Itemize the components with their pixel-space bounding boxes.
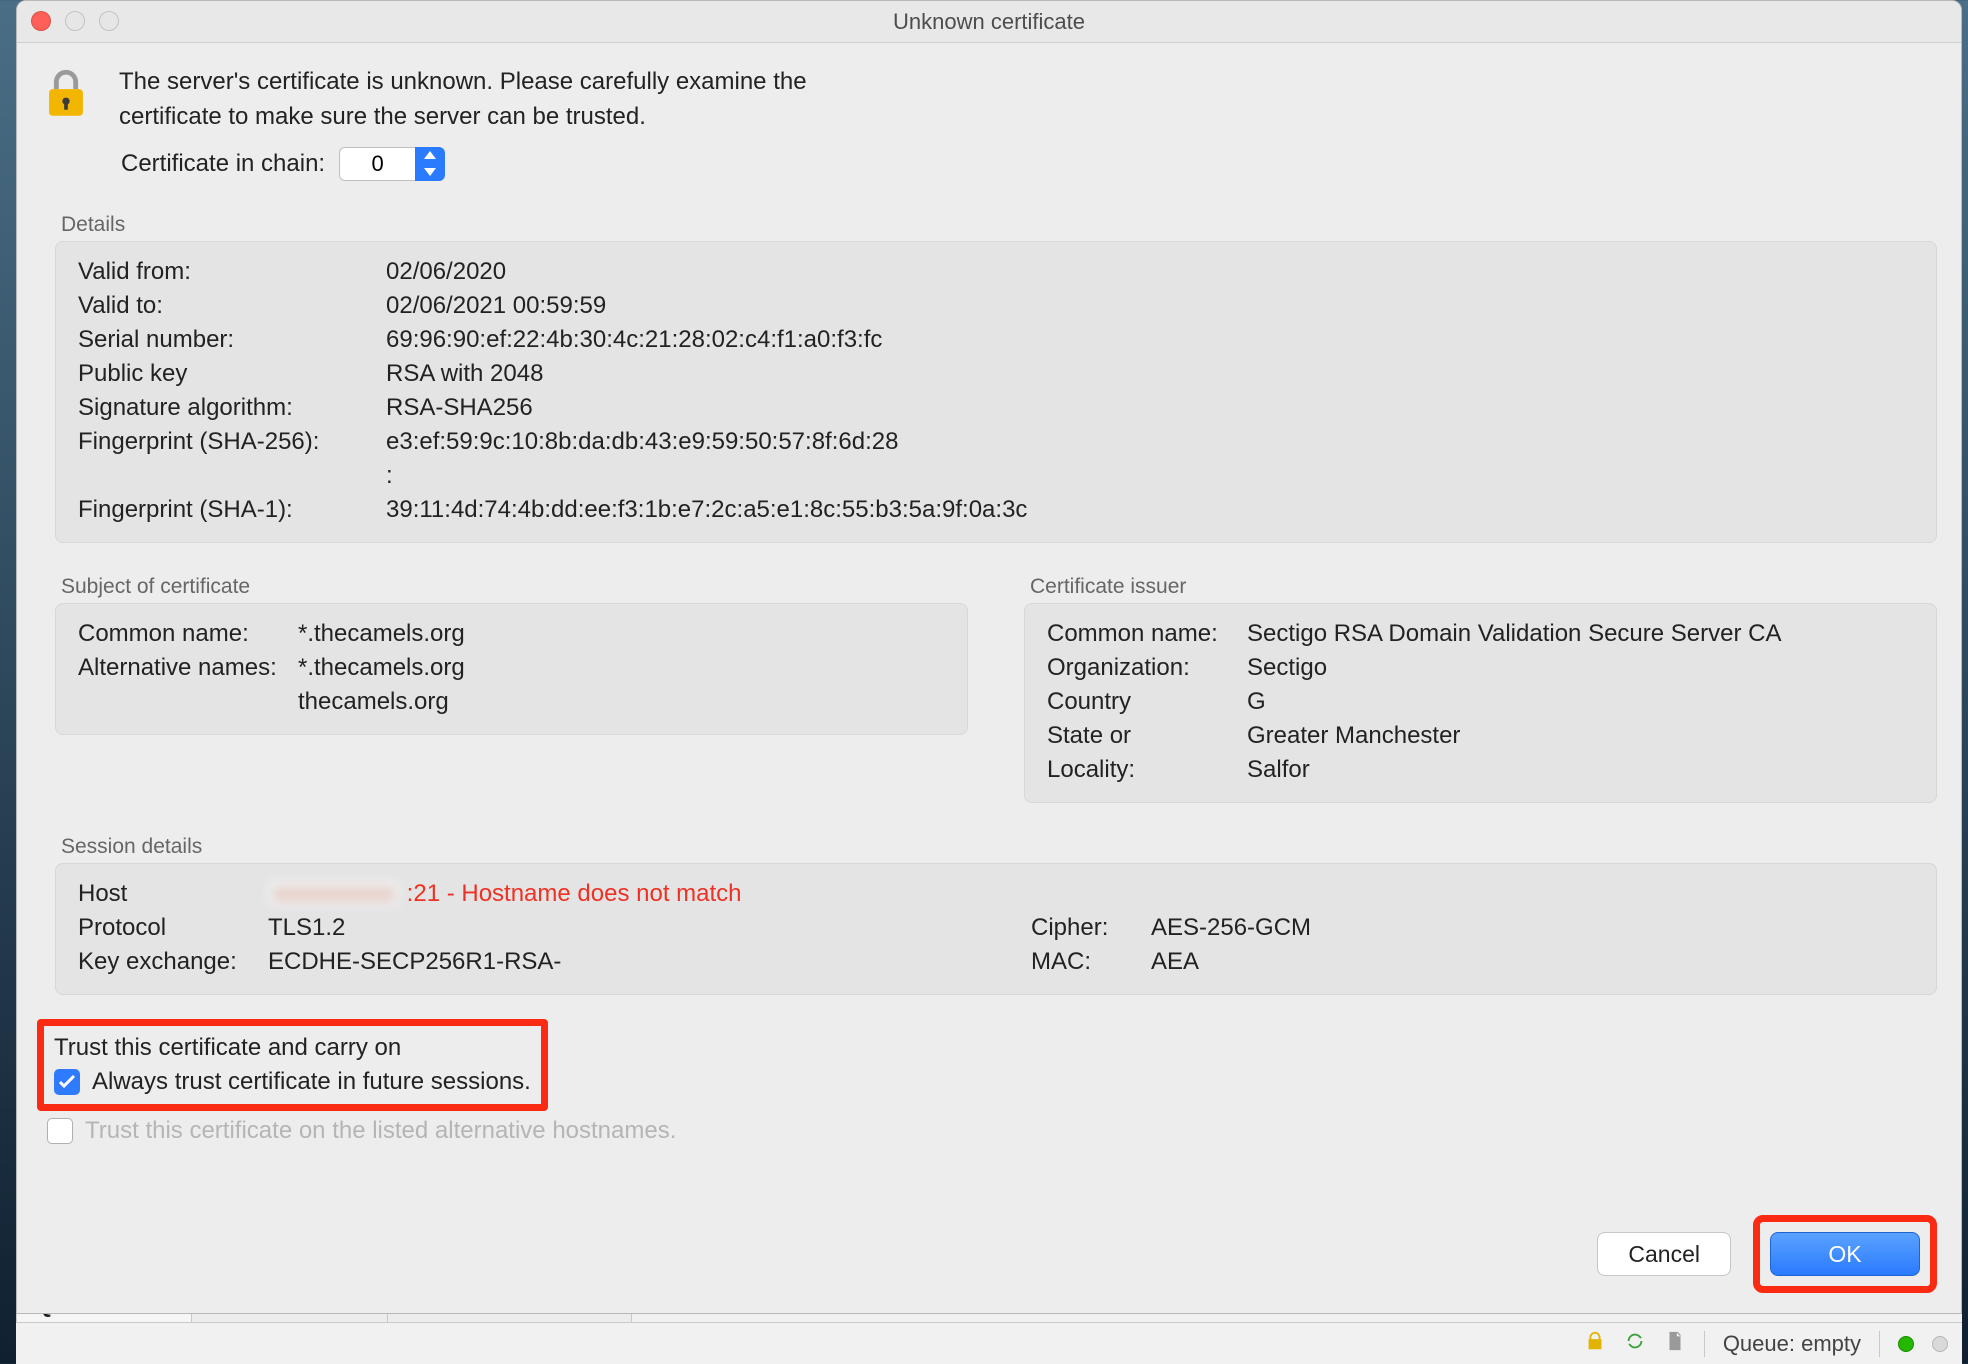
ok-highlight: OK — [1753, 1215, 1937, 1293]
session-group: Host xxxxxxxxxx :21 - Hostname does not … — [55, 863, 1937, 995]
intro-text: The server's certificate is unknown. Ple… — [119, 65, 807, 135]
window-close-button[interactable] — [31, 11, 51, 31]
session-mac-v: AEA — [1151, 948, 1914, 976]
detail-k-3: Public key — [78, 360, 378, 388]
chain-label: Certificate in chain: — [121, 150, 325, 178]
issuer-k-4: Locality: — [1047, 756, 1247, 784]
session-group-label: Session details — [61, 835, 1937, 859]
detail-v-3: RSA with 2048 — [386, 360, 1914, 388]
detail-v-1: 02/06/2021 00:59:59 — [386, 292, 1914, 320]
session-kex-k: Key exchange: — [78, 948, 268, 976]
page-icon — [1664, 1330, 1686, 1358]
issuer-k-1: Organization: — [1047, 654, 1247, 682]
session-cipher-k: Cipher: — [1031, 914, 1151, 942]
subject-alt-k: Alternative names: — [78, 654, 298, 682]
subject-alt-v1: *.thecamels.org — [298, 654, 945, 682]
chain-step-down[interactable] — [415, 164, 445, 181]
detail-k-4: Signature algorithm: — [78, 394, 378, 422]
detail-k-6 — [78, 462, 378, 490]
status-dot-green — [1898, 1336, 1914, 1352]
trust-heading: Trust this certificate and carry on — [54, 1034, 531, 1062]
issuer-group-label: Certificate issuer — [1030, 575, 1937, 599]
always-trust-label: Always trust certificate in future sessi… — [92, 1068, 531, 1096]
window-minimize-button — [65, 11, 85, 31]
detail-k-1: Valid to: — [78, 292, 378, 320]
issuer-v-1: Sectigo — [1247, 654, 1914, 682]
lock-icon — [37, 65, 95, 130]
ok-button[interactable]: OK — [1770, 1232, 1920, 1276]
status-dot-grey — [1932, 1336, 1948, 1352]
window-zoom-button — [99, 11, 119, 31]
session-host-blurred: xxxxxxxxxx — [268, 880, 400, 907]
detail-v-0: 02/06/2020 — [386, 258, 1914, 286]
issuer-k-2: Country — [1047, 688, 1247, 716]
session-kex-v: ECDHE-SECP256R1-RSA- — [268, 948, 1031, 976]
details-group: Valid from: 02/06/2020 Valid to: 02/06/202… — [55, 241, 1937, 543]
details-group-label: Details — [61, 213, 1937, 237]
chain-stepper[interactable] — [339, 147, 445, 181]
trust-highlight: Trust this certificate and carry on Alwa… — [37, 1019, 548, 1111]
queue-status: Queue: empty — [1723, 1331, 1861, 1357]
subject-cn-k: Common name: — [78, 620, 298, 648]
issuer-k-0: Common name: — [1047, 620, 1247, 648]
trust-alt-hosts-label: Trust this certificate on the listed alt… — [85, 1117, 676, 1145]
subject-group: Common name:*.thecamels.org Alternative … — [55, 603, 968, 735]
detail-v-5: e3:ef:59:9c:10:8b:da:db:43:e9:59:50:57:8… — [386, 428, 1914, 456]
issuer-group: Common name:Sectigo RSA Domain Validatio… — [1024, 603, 1937, 803]
issuer-v-3: Greater Manchester — [1247, 722, 1914, 750]
detail-k-5: Fingerprint (SHA-256): — [78, 428, 378, 456]
sync-icon — [1624, 1330, 1646, 1358]
cancel-button[interactable]: Cancel — [1597, 1232, 1731, 1276]
issuer-v-0: Sectigo RSA Domain Validation Secure Ser… — [1247, 620, 1914, 648]
detail-k-7: Fingerprint (SHA-1): — [78, 496, 378, 524]
window-title: Unknown certificate — [17, 9, 1961, 35]
issuer-v-2: G — [1247, 688, 1914, 716]
detail-k-2: Serial number: — [78, 326, 378, 354]
detail-k-0: Valid from: — [78, 258, 378, 286]
session-cipher-v: AES-256-GCM — [1151, 914, 1914, 942]
detail-v-4: RSA-SHA256 — [386, 394, 1914, 422]
lock-small-icon — [1584, 1330, 1606, 1358]
session-protocol-k: Protocol — [78, 914, 268, 942]
subject-group-label: Subject of certificate — [61, 575, 968, 599]
subject-cn-v: *.thecamels.org — [298, 620, 945, 648]
session-protocol-v: TLS1.2 — [268, 914, 1031, 942]
session-host-warning: :21 - Hostname does not match — [407, 880, 742, 907]
detail-v-6: : — [386, 462, 1914, 490]
detail-v-7: 39:11:4d:74:4b:dd:ee:f3:1b:e7:2c:a5:e1:8… — [386, 496, 1914, 524]
certificate-dialog: Unknown certificate The server's certifi… — [16, 0, 1962, 1314]
subject-alt-v2: thecamels.org — [298, 688, 945, 716]
issuer-v-4: Salfor — [1247, 756, 1914, 784]
always-trust-checkbox[interactable] — [54, 1069, 80, 1095]
issuer-k-3: State or — [1047, 722, 1247, 750]
titlebar: Unknown certificate — [17, 1, 1961, 43]
status-bar: Queue: empty — [16, 1323, 1962, 1364]
detail-v-2: 69:96:90:ef:22:4b:30:4c:21:28:02:c4:f1:a… — [386, 326, 1914, 354]
chain-step-up[interactable] — [415, 147, 445, 164]
chain-input[interactable] — [339, 147, 415, 181]
trust-alt-hosts-checkbox — [47, 1118, 73, 1144]
session-host-k: Host — [78, 880, 268, 908]
session-mac-k: MAC: — [1031, 948, 1151, 976]
